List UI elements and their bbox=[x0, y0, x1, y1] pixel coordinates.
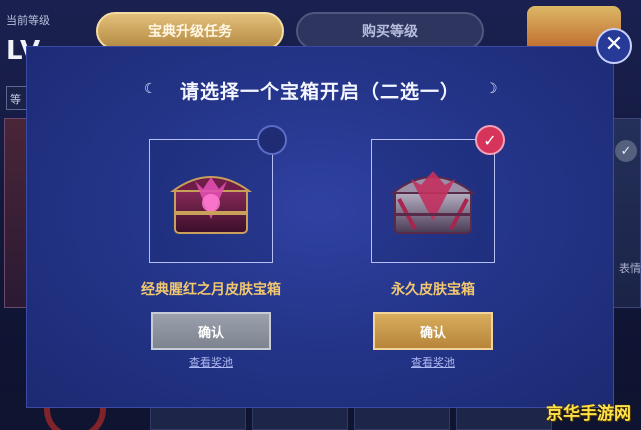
check-icon: ✓ bbox=[615, 140, 637, 162]
current-level-label: 当前等级 bbox=[6, 14, 50, 27]
view-prize-pool-link-permanent-skin[interactable]: 查看奖池 bbox=[373, 354, 493, 370]
chest-name-permanent-skin: 永久皮肤宝箱 bbox=[391, 282, 475, 298]
chest-option-permanent-skin[interactable] bbox=[371, 139, 495, 263]
confirm-button-permanent-skin[interactable]: 确认 bbox=[373, 312, 493, 350]
chest-name-crimson-moon: 经典腥红之月皮肤宝箱 bbox=[141, 282, 281, 298]
tab-buy-level[interactable]: 购买等级 bbox=[296, 12, 484, 50]
select-check-icon[interactable]: ✓ bbox=[475, 125, 505, 155]
close-icon[interactable]: ✕ bbox=[596, 28, 632, 64]
watermark-logo: 京华手游网 bbox=[546, 404, 631, 424]
modal-title: 请选择一个宝箱开启（二选一） bbox=[179, 81, 460, 103]
chest-option-crimson-moon[interactable] bbox=[149, 139, 273, 263]
chest-select-modal: ☾ 请选择一个宝箱开启（二选一） ☽ ✓ 经典腥红之月皮肤宝箱 永久皮肤宝箱 确… bbox=[26, 46, 614, 408]
background-field-label: 等 bbox=[10, 93, 21, 106]
tab-upgrade-tasks[interactable]: 宝典升级任务 bbox=[96, 12, 284, 50]
chest-icon bbox=[169, 176, 253, 234]
title-ornament-right-icon: ☽ bbox=[485, 81, 498, 97]
chest-icon bbox=[390, 171, 476, 234]
background-side-text: 表情 bbox=[619, 262, 641, 275]
view-prize-pool-link-crimson-moon[interactable]: 查看奖池 bbox=[151, 354, 271, 370]
select-radio-crimson-moon[interactable] bbox=[257, 125, 287, 155]
confirm-button-crimson-moon[interactable]: 确认 bbox=[151, 312, 271, 350]
